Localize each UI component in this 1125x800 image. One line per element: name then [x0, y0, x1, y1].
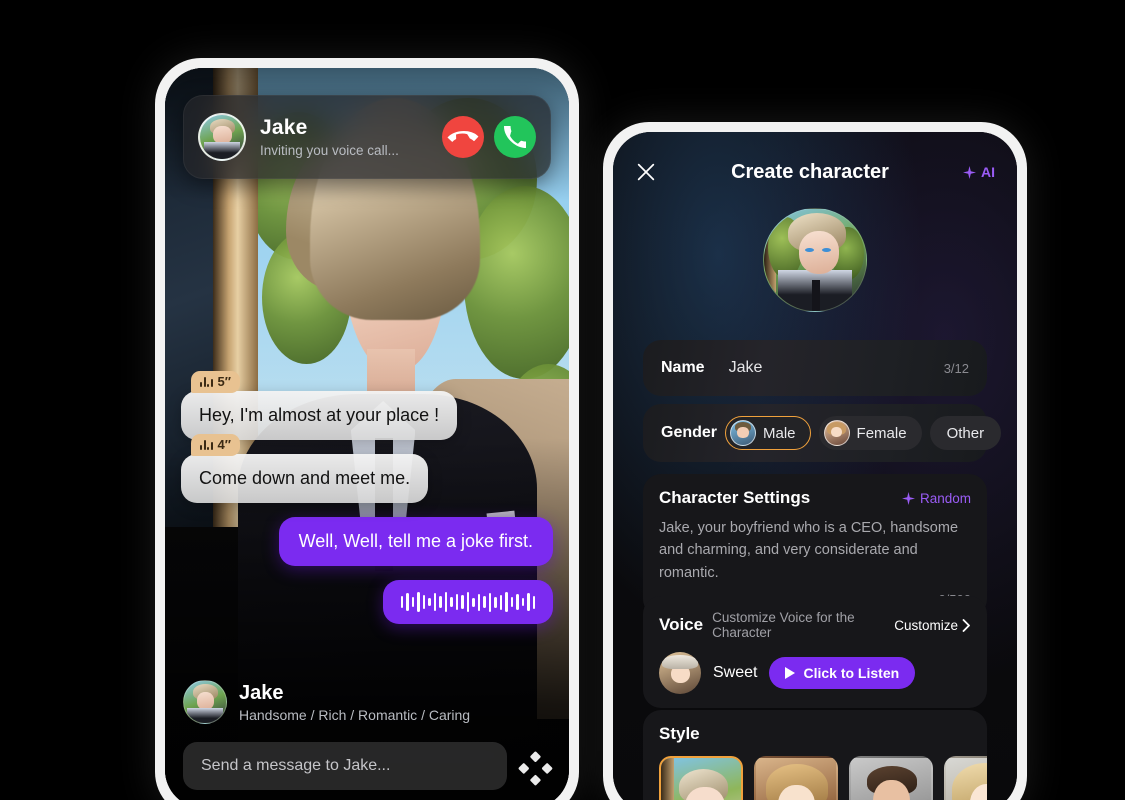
sparkle-icon — [901, 491, 915, 505]
message-bubble-wrap: 4″ Come down and meet me. — [181, 434, 429, 503]
voice-title: Voice — [659, 615, 704, 634]
phone-device-chat: Jake Inviting you voice call... 5″ Hey, … — [155, 58, 579, 800]
gender-option-label: Male — [763, 424, 796, 442]
profile-avatar — [183, 680, 227, 724]
message-input[interactable] — [183, 742, 507, 790]
gender-option-label: Other — [946, 424, 985, 442]
voice-subtitle: Customize Voice for the Character — [712, 610, 855, 640]
voice-header: Voice Customize Voice for the Character … — [659, 610, 971, 640]
play-icon — [785, 667, 796, 679]
gender-option-other[interactable]: Other — [929, 416, 1002, 450]
decline-call-button[interactable] — [442, 116, 484, 158]
voice-duration-text: 5″ — [217, 374, 231, 389]
style-thumb-3[interactable] — [849, 756, 933, 800]
voice-duration-text: 4″ — [217, 437, 231, 452]
style-thumb-1[interactable] — [659, 756, 743, 800]
voice-duration-badge: 5″ — [191, 371, 240, 393]
create-character-screen: Create character AI Name Jake 3/12 Gende… — [613, 132, 1017, 800]
name-value[interactable]: Jake — [729, 359, 944, 377]
gender-label: Gender — [661, 424, 718, 441]
voice-avatar — [659, 652, 701, 694]
voice-customize-button[interactable]: Customize — [894, 618, 971, 633]
click-to-listen-button[interactable]: Click to Listen — [769, 657, 916, 689]
character-avatar[interactable] — [763, 208, 867, 312]
page-title: Create character — [731, 160, 889, 183]
style-title: Style — [659, 724, 700, 743]
incoming-message[interactable]: Hey, I'm almost at your place ! — [181, 391, 458, 440]
profile-name: Jake — [239, 682, 284, 704]
name-field-card[interactable]: Name Jake 3/12 — [643, 340, 987, 396]
gender-option-label: Female — [856, 424, 907, 442]
call-actions — [442, 116, 536, 158]
female-avatar-icon — [823, 420, 850, 446]
voice-duration-badge: 4″ — [191, 434, 240, 456]
voice-customize-label: Customize — [894, 617, 958, 633]
listen-label: Click to Listen — [803, 665, 900, 681]
incoming-message[interactable]: Come down and meet me. — [181, 454, 429, 503]
name-counter: 3/12 — [943, 360, 969, 376]
voice-name: Sweet — [713, 664, 758, 681]
gender-option-female[interactable]: Female — [818, 416, 922, 450]
chat-screen: Jake Inviting you voice call... 5″ Hey, … — [165, 68, 569, 800]
phone-icon — [504, 126, 526, 148]
voice-card: Voice Customize Voice for the Character … — [643, 596, 987, 708]
waveform-icon — [200, 439, 213, 450]
caller-info: Jake Inviting you voice call... — [260, 116, 442, 158]
style-thumb-2[interactable] — [754, 756, 838, 800]
style-thumbnail-row — [659, 756, 987, 800]
message-row: Well, Well, tell me a joke first. — [181, 517, 553, 566]
message-row — [181, 580, 553, 624]
message-row: 5″ Hey, I'm almost at your place ! — [181, 371, 553, 440]
male-avatar-icon — [730, 420, 757, 446]
character-settings-title: Character Settings — [659, 488, 811, 507]
incoming-call-card[interactable]: Jake Inviting you voice call... — [183, 95, 551, 179]
ai-button[interactable]: AI — [963, 164, 995, 180]
close-icon[interactable] — [635, 161, 657, 183]
create-header: Create character AI — [613, 154, 1017, 190]
random-label: Random — [919, 490, 971, 506]
chevron-right-icon — [962, 618, 970, 632]
gender-card: Gender Male Female Other — [643, 404, 1002, 462]
profile-tags: Handsome / Rich / Romantic / Caring — [239, 707, 471, 723]
gender-option-male[interactable]: Male — [725, 416, 811, 450]
style-card: Style — [643, 710, 987, 800]
caller-name: Jake — [260, 115, 308, 139]
message-list: 5″ Hey, I'm almost at your place ! 4″ Co… — [165, 371, 569, 638]
sparkle-icon — [963, 165, 976, 179]
outgoing-message[interactable]: Well, Well, tell me a joke first. — [278, 517, 553, 566]
ai-label: AI — [981, 164, 995, 180]
profile-text: Jake Handsome / Rich / Romantic / Caring — [239, 681, 470, 723]
random-button[interactable]: Random — [901, 490, 971, 506]
style-thumb-4[interactable] — [944, 756, 987, 800]
character-description[interactable]: Jake, your boyfriend who is a CEO, hands… — [659, 517, 971, 584]
voice-row: Sweet Click to Listen — [659, 652, 971, 694]
diamond-cluster-icon[interactable] — [517, 750, 553, 786]
message-composer — [183, 742, 507, 790]
waveform-icon — [200, 376, 213, 387]
phone-device-create: Create character AI Name Jake 3/12 Gende… — [603, 122, 1027, 800]
caller-status: Inviting you voice call... — [260, 143, 399, 159]
message-row: 4″ Come down and meet me. — [181, 434, 553, 503]
accept-call-button[interactable] — [494, 116, 536, 158]
phone-hangup-icon — [447, 131, 479, 143]
caller-avatar — [198, 113, 246, 161]
character-profile-bar[interactable]: Jake Handsome / Rich / Romantic / Caring — [183, 680, 551, 724]
name-label: Name — [661, 359, 705, 376]
message-bubble-wrap: 5″ Hey, I'm almost at your place ! — [181, 371, 458, 440]
outgoing-voice-message[interactable] — [382, 580, 553, 624]
screenshot-stage: Jake Inviting you voice call... 5″ Hey, … — [0, 0, 1125, 800]
character-settings-header: Character Settings Random — [659, 488, 971, 508]
